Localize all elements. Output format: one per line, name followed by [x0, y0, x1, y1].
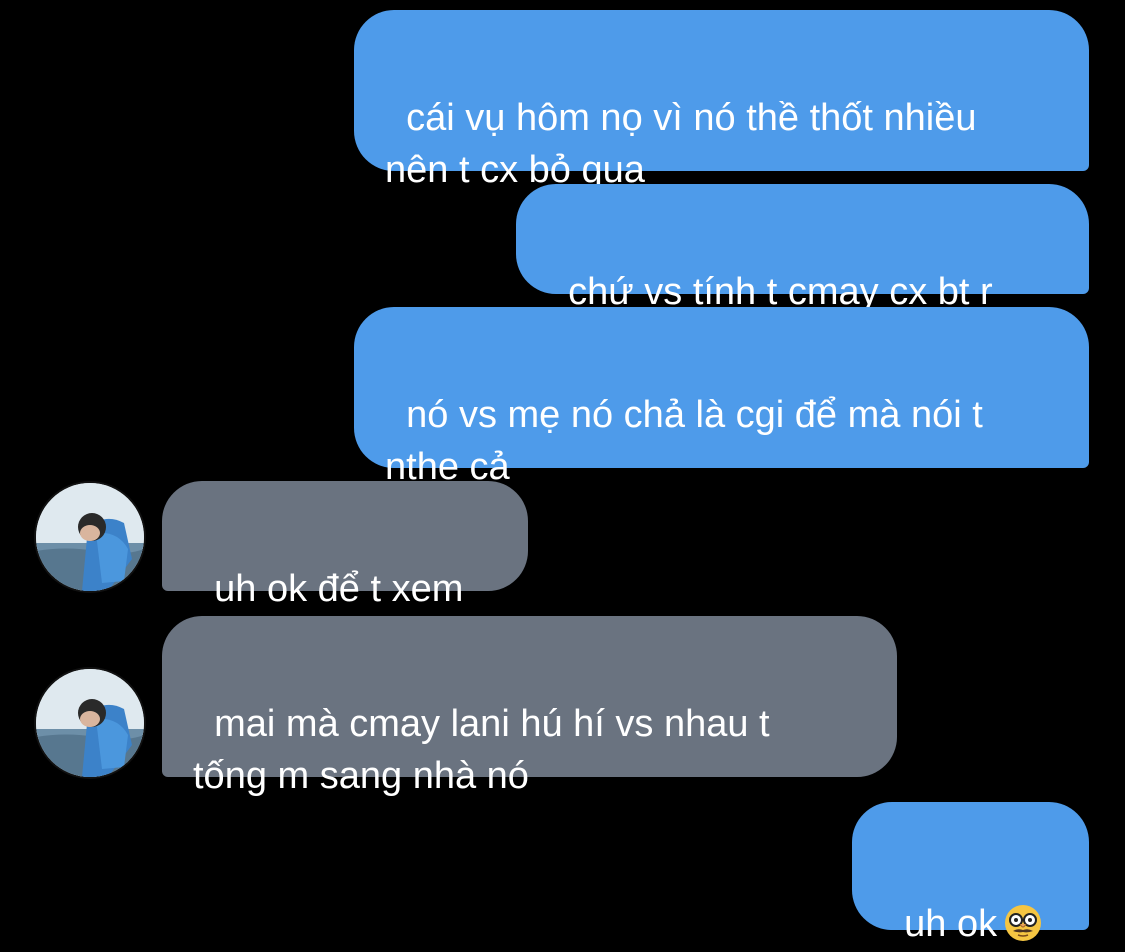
message-text: cái vụ hôm nọ vì nó thề thốt nhiều nên t…: [385, 97, 977, 191]
avatar-photo: [36, 669, 144, 777]
message-bubble-received[interactable]: mai mà cmay lani hú hí vs nhau t tống m …: [162, 616, 897, 797]
contact-avatar[interactable]: [36, 669, 144, 777]
message-text: mai mà cmay lani hú hí vs nhau t tống m …: [193, 703, 770, 797]
disguised-face-emoji: [1005, 905, 1042, 941]
message-bubble-received[interactable]: uh ok để t xem: [162, 481, 528, 610]
message-bubble-sent[interactable]: cái vụ hôm nọ vì nó thề thốt nhiều nên t…: [354, 10, 1089, 191]
message-text: uh ok: [904, 903, 998, 945]
message-bubble-sent[interactable]: uh ok: [852, 802, 1089, 945]
message-bubble-sent[interactable]: chứ vs tính t cmay cx bt r: [516, 184, 1089, 313]
contact-avatar[interactable]: [36, 483, 144, 591]
avatar-photo: [36, 483, 144, 591]
message-text: uh ok để t xem: [214, 568, 464, 610]
message-text: nó vs mẹ nó chả là cgi để mà nói t nthe …: [385, 394, 983, 488]
message-bubble-sent[interactable]: nó vs mẹ nó chả là cgi để mà nói t nthe …: [354, 307, 1089, 488]
